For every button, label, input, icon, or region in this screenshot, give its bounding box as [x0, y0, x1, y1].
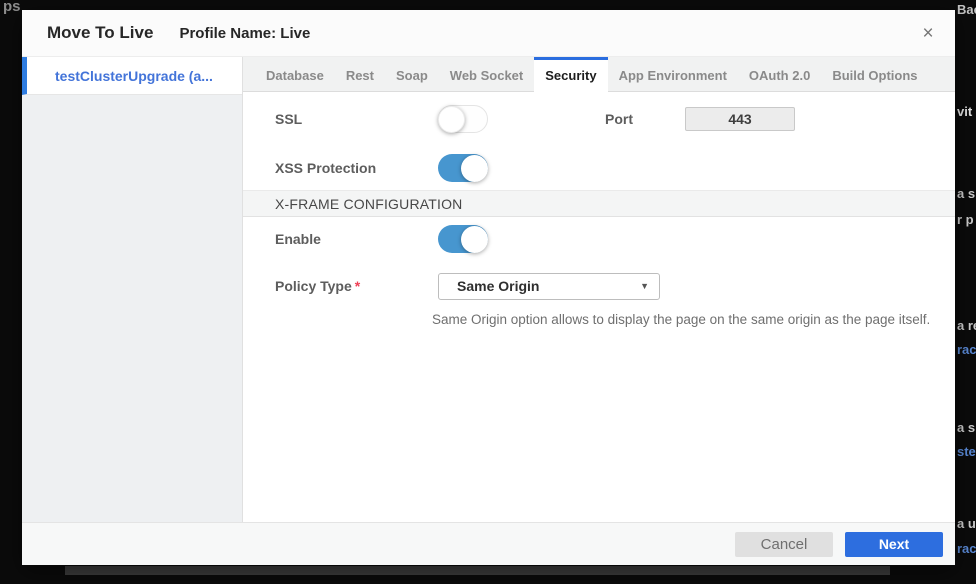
backdrop-text-fragment: r p [957, 212, 974, 227]
policy-type-selected-value: Same Origin [457, 278, 539, 294]
backdrop-fragments: Bac vit a s r p a re rac a s ste a u rac [955, 0, 976, 584]
backdrop-text-fragment: Bac [957, 2, 976, 17]
cancel-button[interactable]: Cancel [735, 532, 833, 557]
backdrop-text-fragment: a s [957, 420, 975, 435]
required-marker: * [355, 278, 360, 294]
tab-soap[interactable]: Soap [385, 57, 439, 91]
enable-row: Enable [243, 217, 955, 261]
tab-app-environment[interactable]: App Environment [608, 57, 738, 91]
dialog-header: Move To Live Profile Name: Live × [22, 10, 955, 57]
backdrop-text-fragment: rac [957, 342, 976, 357]
ssl-toggle[interactable] [438, 105, 488, 133]
sidebar-item-test-cluster-upgrade[interactable]: testClusterUpgrade (a... [22, 57, 242, 95]
backdrop-text-fragment: ste [957, 444, 976, 459]
toggle-knob [438, 106, 465, 133]
profiles-sidebar: testClusterUpgrade (a... [22, 57, 243, 522]
backdrop-text-fragment: a re [957, 318, 976, 333]
policy-type-label: Policy Type* [275, 278, 438, 294]
ssl-row: SSL Port [243, 92, 955, 146]
xss-protection-row: XSS Protection [243, 146, 955, 190]
tab-security[interactable]: Security [534, 57, 607, 92]
close-icon[interactable]: × [915, 21, 941, 47]
security-tab-content: SSL Port XSS Protection X-FRAME CONFIGUR… [243, 92, 955, 522]
dialog-title: Move To Live [47, 23, 153, 43]
policy-type-row: Policy Type* Same Origin ▼ [243, 267, 955, 305]
settings-panel: DatabaseRestSoapWeb SocketSecurityApp En… [243, 57, 955, 522]
port-label: Port [605, 111, 685, 127]
port-input[interactable] [685, 107, 795, 131]
tab-oauth-2-0[interactable]: OAuth 2.0 [738, 57, 821, 91]
policy-type-select[interactable]: Same Origin ▼ [438, 273, 660, 300]
tab-web-socket[interactable]: Web Socket [439, 57, 534, 91]
backdrop-text-fragment: a s [957, 186, 975, 201]
tab-rest[interactable]: Rest [335, 57, 385, 91]
xss-protection-toggle[interactable] [438, 154, 488, 182]
backdrop-text-fragment: rac [957, 541, 976, 556]
profile-name-label: Profile Name: Live [179, 25, 310, 42]
sidebar-item-label: testClusterUpgrade (a... [55, 68, 213, 84]
xframe-configuration-section-header: X-FRAME CONFIGURATION [243, 190, 955, 217]
toggle-knob [461, 155, 488, 182]
backdrop-strip [65, 566, 890, 575]
tab-database[interactable]: Database [255, 57, 335, 91]
tab-bar: DatabaseRestSoapWeb SocketSecurityApp En… [243, 57, 955, 92]
backdrop-text-fragment: ps [3, 0, 21, 15]
ssl-label: SSL [275, 111, 438, 127]
tab-build-options[interactable]: Build Options [821, 57, 928, 91]
policy-type-label-text: Policy Type [275, 278, 352, 294]
move-to-live-dialog: Move To Live Profile Name: Live × testCl… [22, 10, 955, 565]
backdrop-text-fragment: a u [957, 516, 976, 531]
toggle-knob [461, 226, 488, 253]
enable-toggle[interactable] [438, 225, 488, 253]
enable-label: Enable [275, 231, 438, 247]
policy-type-help-text: Same Origin option allows to display the… [432, 312, 955, 327]
section-title: X-FRAME CONFIGURATION [275, 196, 463, 212]
chevron-down-icon: ▼ [640, 281, 649, 291]
xss-protection-label: XSS Protection [275, 160, 438, 176]
next-button[interactable]: Next [845, 532, 943, 557]
dialog-body: testClusterUpgrade (a... DatabaseRestSoa… [22, 57, 955, 522]
dialog-footer: Cancel Next [22, 522, 955, 565]
backdrop-text-fragment: vit [957, 104, 972, 119]
